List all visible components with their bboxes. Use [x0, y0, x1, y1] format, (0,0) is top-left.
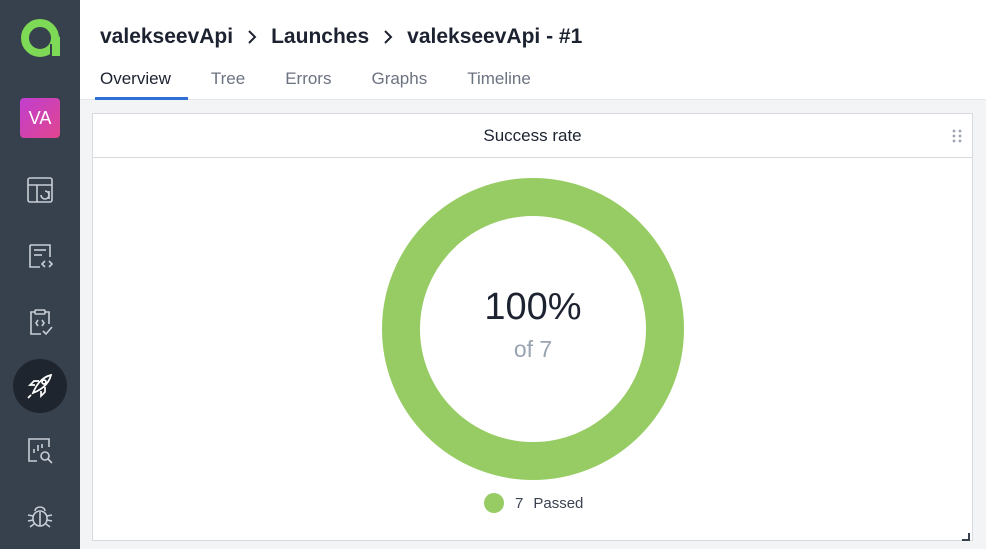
sidebar-item-test-plans[interactable]: [13, 295, 67, 349]
chart-legend: 7 Passed: [484, 492, 583, 514]
sidebar-item-analytics[interactable]: [13, 423, 67, 477]
breadcrumb: valekseevApi Launches valekseevApi - #1: [100, 23, 582, 51]
resize-handle-icon[interactable]: [960, 528, 970, 541]
legend-passed-dot: [484, 493, 504, 513]
project-initials: VA: [28, 107, 52, 128]
breadcrumb-project[interactable]: valekseevApi: [100, 25, 233, 49]
allure-logo-icon[interactable]: [18, 16, 62, 60]
sidebar-item-launches[interactable]: [13, 359, 67, 413]
tab-timeline[interactable]: Timeline: [447, 62, 551, 100]
sidebar-item-defects[interactable]: [13, 489, 67, 543]
widget-header: Success rate: [93, 114, 972, 158]
code-document-icon: [29, 244, 54, 268]
success-rate-value: 100%: [484, 286, 582, 328]
tab-errors[interactable]: Errors: [265, 62, 351, 100]
widget-title: Success rate: [483, 125, 582, 145]
success-rate-donut: [382, 178, 684, 480]
legend-passed-count: 7: [515, 494, 524, 512]
chevron-right-icon: [245, 28, 259, 46]
chart-search-icon: [28, 438, 53, 464]
project-avatar[interactable]: VA: [20, 98, 60, 138]
tab-overview[interactable]: Overview: [80, 62, 191, 100]
chevron-right-icon: [381, 28, 395, 46]
page-header: valekseevApi Launches valekseevApi - #1 …: [80, 0, 986, 100]
sidebar-item-test-cases[interactable]: [13, 229, 67, 283]
app: VA valekseevApi Launches valekseevApi - …: [0, 0, 986, 549]
breadcrumb-launch: valekseevApi - #1: [407, 25, 583, 48]
dashboard-icon: [27, 177, 53, 203]
main-content: valekseevApi Launches valekseevApi - #1 …: [80, 0, 986, 549]
sidebar-item-dashboards[interactable]: [13, 163, 67, 217]
chart-area: 100% of 7 7 Passed: [93, 158, 972, 540]
success-rate-widget: Success rate 100% of 7 7 Passed: [92, 113, 973, 541]
sidebar: VA: [0, 0, 80, 549]
rocket-icon: [27, 373, 53, 399]
launch-tabs: Overview Tree Errors Graphs Timeline: [80, 62, 551, 100]
clipboard-check-icon: [30, 309, 53, 336]
bug-icon: [27, 506, 53, 528]
breadcrumb-launches[interactable]: Launches: [271, 25, 369, 49]
drag-handle-icon[interactable]: [952, 129, 962, 143]
legend-passed-label: Passed: [533, 494, 584, 512]
success-rate-total: of 7: [513, 336, 553, 362]
tab-graphs[interactable]: Graphs: [351, 62, 447, 100]
donut-slice-passed[interactable]: [382, 178, 684, 480]
tab-tree[interactable]: Tree: [191, 62, 265, 100]
